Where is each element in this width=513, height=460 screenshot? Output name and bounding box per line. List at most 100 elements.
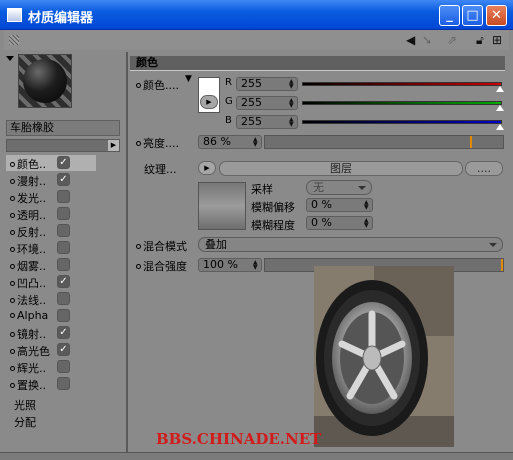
channel-checkbox[interactable]: ✓ [57, 275, 70, 288]
channel-checkbox[interactable] [57, 241, 70, 254]
color-expand-button[interactable]: ▶ [200, 95, 218, 109]
spinner-icon[interactable]: ▲ ▼ [289, 79, 296, 90]
channel-checkbox[interactable] [57, 377, 70, 390]
rgb-value: 255 [241, 77, 262, 90]
sampling-dropdown[interactable]: 无 [306, 180, 372, 195]
rgb-gradient-slider[interactable] [302, 120, 502, 124]
channel-item[interactable]: 透明.. [6, 206, 96, 222]
slider-marker-icon[interactable] [496, 124, 504, 130]
channel-checkbox[interactable]: ✓ [57, 343, 70, 356]
rgb-value-field[interactable]: 255 ▲ ▼ [236, 77, 298, 91]
preview-sphere [23, 59, 67, 103]
slider-marker-icon[interactable] [496, 86, 504, 92]
channel-checkbox[interactable] [57, 258, 70, 271]
mix-strength-label: 混合强度 [143, 260, 187, 273]
arrow-left-icon[interactable]: ◀ [406, 33, 415, 47]
section-divider [130, 70, 505, 71]
texture-arrow-button[interactable]: ▶ [198, 161, 216, 175]
blur-scale-field[interactable]: 0 % ▲ ▼ [306, 216, 373, 230]
channel-item[interactable]: Alpha [6, 308, 96, 324]
lighting-item[interactable]: 光照 [14, 397, 36, 413]
blur-offset-field[interactable]: 0 % ▲ ▼ [306, 198, 373, 212]
channel-item[interactable]: 漫射.. ✓ [6, 172, 96, 188]
channel-name: 辉光 [17, 362, 39, 375]
rgb-value: 255 [241, 115, 262, 128]
minimize-button[interactable]: _ [439, 5, 460, 26]
slider-arrow-icon[interactable]: ▶ [108, 140, 119, 151]
close-button[interactable]: ✕ [486, 5, 507, 26]
channel-name: 置换 [17, 379, 39, 392]
texture-more-button[interactable]: .... [465, 161, 503, 176]
channel-checkbox[interactable]: ✓ [57, 173, 70, 186]
preview-slider[interactable]: ▶ [6, 139, 120, 152]
channel-item[interactable]: 颜色.. ✓ [6, 155, 96, 171]
channel-item[interactable]: 发光.. [6, 189, 96, 205]
assign-item[interactable]: 分配 [14, 414, 36, 430]
brightness-field[interactable]: 86 % ▲ ▼ [198, 135, 262, 149]
brightness-label-row: 亮度.... [136, 135, 179, 151]
spinner-icon[interactable]: ▲ ▼ [364, 200, 371, 211]
material-preview[interactable] [18, 54, 72, 108]
channel-item[interactable]: 反射.. [6, 223, 96, 239]
channel-checkbox[interactable] [57, 207, 70, 220]
layer-button[interactable]: 图层 [219, 161, 463, 176]
keyframe-dot-icon[interactable] [136, 244, 141, 249]
spinner-icon[interactable]: ▲ ▼ [364, 218, 371, 229]
new-window-icon[interactable]: ⊞ [492, 33, 502, 47]
channel-item[interactable]: 置换.. [6, 376, 96, 392]
sampling-label: 采样 [251, 183, 273, 196]
channel-item[interactable]: 凹凸.. ✓ [6, 274, 96, 290]
channel-item[interactable]: 法线.. [6, 291, 96, 307]
keyframe-dot-icon [10, 281, 15, 286]
grip-icon[interactable] [9, 35, 19, 45]
spinner-icon[interactable]: ▲ ▼ [289, 98, 296, 109]
rgb-gradient-slider[interactable] [302, 101, 502, 105]
blur-scale-label: 模糊程度 [251, 219, 295, 232]
slider-marker-icon[interactable] [496, 105, 504, 111]
mix-mode-dropdown[interactable]: 叠加 [198, 237, 503, 252]
panel-divider[interactable] [126, 52, 128, 456]
preview-menu-icon[interactable] [6, 56, 14, 61]
keyframe-dot-icon[interactable] [136, 141, 141, 146]
rgb-value-field[interactable]: 255 ▲ ▼ [236, 96, 298, 110]
channel-item[interactable]: 烟雾.. [6, 257, 96, 273]
rgb-value: 255 [241, 96, 262, 109]
keyframe-dot-icon[interactable] [136, 83, 141, 88]
channel-checkbox[interactable]: ✓ [57, 326, 70, 339]
maximize-button[interactable]: □ [462, 5, 483, 26]
channel-checkbox[interactable]: ✓ [57, 156, 70, 169]
channel-name: 漫射 [17, 175, 39, 188]
title-bar[interactable]: 材质编辑器 _ □ ✕ [0, 0, 513, 30]
texture-thumbnail[interactable] [198, 182, 246, 230]
color-menu-icon[interactable]: ▼ [185, 74, 192, 84]
mix-strength-slider-knob[interactable] [501, 259, 503, 271]
channel-item[interactable]: 环境.. [6, 240, 96, 256]
brightness-slider[interactable] [264, 135, 504, 149]
spinner-icon[interactable]: ▲ ▼ [253, 137, 260, 148]
section-header: 颜色 [130, 56, 505, 70]
lock-icon[interactable]: 🔓︎ [476, 33, 484, 47]
channel-checkbox[interactable] [57, 292, 70, 305]
keyframe-dot-icon [10, 332, 15, 337]
channel-item[interactable]: 镜射.. ✓ [6, 325, 96, 341]
channel-item[interactable]: 高光色 ✓ [6, 342, 96, 358]
channel-checkbox[interactable] [57, 309, 70, 322]
keyframe-dot-icon[interactable] [136, 264, 141, 269]
channel-dots: .. [39, 362, 46, 375]
rgb-gradient-slider[interactable] [302, 82, 502, 86]
mix-mode-label-row: 混合模式 [136, 238, 187, 254]
channel-checkbox[interactable] [57, 360, 70, 373]
arrow-up-icon[interactable]: ⇗ [447, 33, 457, 47]
mix-mode-label: 混合模式 [143, 240, 187, 253]
material-name-field[interactable]: 车胎橡胶 [6, 120, 120, 136]
mix-strength-field[interactable]: 100 % ▲ ▼ [198, 258, 262, 272]
channel-checkbox[interactable] [57, 190, 70, 203]
brightness-slider-knob[interactable] [469, 136, 472, 148]
rgb-value-field[interactable]: 255 ▲ ▼ [236, 115, 298, 129]
arrow-right-icon[interactable]: ➘ [422, 33, 432, 47]
mix-strength-label-row: 混合强度 [136, 258, 187, 274]
channel-checkbox[interactable] [57, 224, 70, 237]
spinner-icon[interactable]: ▲ ▼ [253, 260, 260, 271]
spinner-icon[interactable]: ▲ ▼ [289, 117, 296, 128]
channel-item[interactable]: 辉光.. [6, 359, 96, 375]
